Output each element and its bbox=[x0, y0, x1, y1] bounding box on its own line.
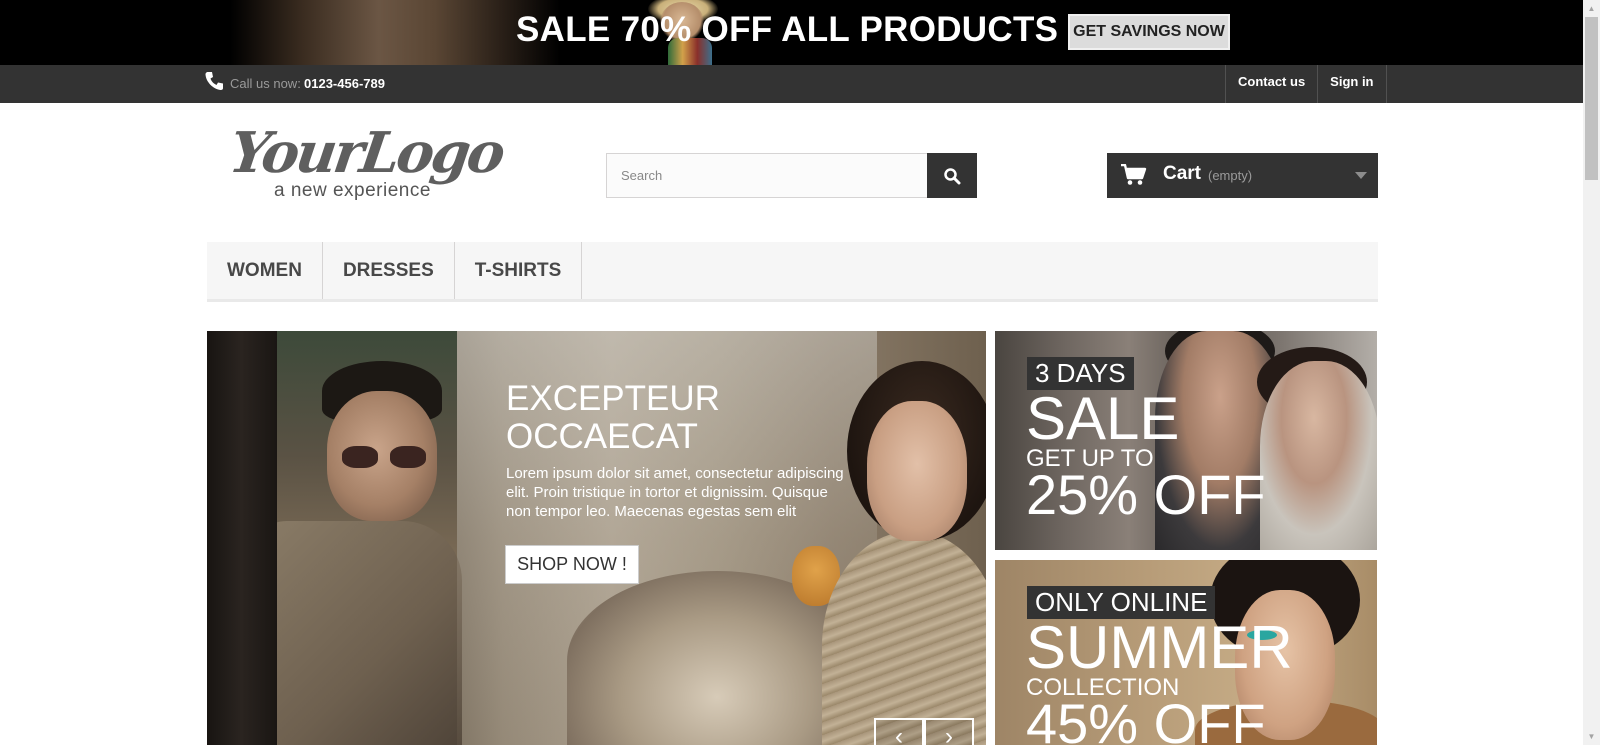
banner-headline: SALE bbox=[1026, 385, 1180, 452]
search-button[interactable] bbox=[927, 153, 977, 198]
main-menu: WOMEN DRESSES T-SHIRTS bbox=[207, 242, 1378, 302]
shop-now-button[interactable]: SHOP NOW ! bbox=[505, 545, 639, 584]
slider-controls: ‹ › bbox=[874, 718, 974, 745]
scroll-thumb[interactable] bbox=[1585, 17, 1598, 180]
menu-item-t-shirts[interactable]: T-SHIRTS bbox=[455, 242, 583, 299]
menu-item-dresses[interactable]: DRESSES bbox=[323, 242, 455, 299]
slide-woman-face bbox=[867, 401, 967, 541]
cart-label: Cart bbox=[1163, 163, 1202, 184]
vertical-scrollbar[interactable]: ▲ ▼ bbox=[1583, 0, 1600, 745]
cart-icon bbox=[1121, 163, 1147, 191]
slide-title-line-1: EXCEPTEUR bbox=[506, 379, 720, 418]
banner-headline: SUMMER bbox=[1026, 614, 1293, 681]
top-info-bar: Call us now: 0123-456-789 Contact us Sig… bbox=[0, 65, 1583, 103]
logo-script: YourLogo bbox=[225, 120, 507, 186]
get-savings-button[interactable]: GET SAVINGS NOW bbox=[1068, 14, 1230, 50]
chevron-down-icon bbox=[1355, 172, 1367, 179]
scroll-up-arrow-icon[interactable]: ▲ bbox=[1583, 0, 1600, 17]
phone-number: 0123-456-789 bbox=[304, 76, 385, 91]
slider-prev-button[interactable]: ‹ bbox=[874, 718, 924, 745]
slide-image-man bbox=[207, 331, 462, 745]
contact-us-link[interactable]: Contact us bbox=[1226, 65, 1319, 103]
sign-in-link[interactable]: Sign in bbox=[1318, 65, 1387, 103]
side-banner-summer[interactable]: ONLY ONLINE SUMMER COLLECTION 45% OFF bbox=[995, 560, 1377, 745]
site-logo[interactable]: YourLogo a new experience bbox=[225, 120, 520, 210]
side-banner-sale[interactable]: 3 DAYS SALE GET UP TO 25% OFF bbox=[995, 331, 1377, 550]
promo-photo bbox=[230, 0, 718, 65]
banner-discount: 45% OFF bbox=[1026, 692, 1266, 745]
homepage-slider[interactable]: EXCEPTEUR OCCAECAT Lorem ipsum dolor sit… bbox=[207, 331, 986, 745]
call-us-label: Call us now: bbox=[230, 76, 301, 91]
scroll-down-arrow-icon[interactable]: ▼ bbox=[1583, 728, 1600, 745]
banner-discount: 25% OFF bbox=[1026, 463, 1266, 526]
slide-leather-jacket bbox=[207, 331, 277, 745]
search-icon bbox=[944, 168, 961, 185]
slide-man-jacket bbox=[247, 521, 462, 745]
menu-item-women[interactable]: WOMEN bbox=[207, 242, 323, 299]
search-input[interactable] bbox=[607, 154, 927, 197]
slide-title-line-2: OCCAECAT bbox=[506, 417, 698, 456]
cart-status: (empty) bbox=[1208, 168, 1253, 183]
banner-woman bbox=[1260, 361, 1377, 550]
slider-next-button[interactable]: › bbox=[924, 718, 974, 745]
slide-man-sunglasses bbox=[342, 446, 432, 468]
phone-icon bbox=[205, 71, 223, 91]
promo-banner[interactable]: SALE 70% OFF ALL PRODUCTS GET SAVINGS NO… bbox=[0, 0, 1583, 65]
promo-text: SALE 70% OFF ALL PRODUCTS bbox=[516, 10, 1059, 49]
search-form bbox=[606, 153, 977, 198]
topbar-links: Contact us Sign in bbox=[1225, 65, 1387, 103]
page: SALE 70% OFF ALL PRODUCTS GET SAVINGS NO… bbox=[0, 0, 1600, 745]
logo-tagline: a new experience bbox=[274, 180, 431, 201]
slide-title: EXCEPTEUR OCCAECAT bbox=[506, 380, 826, 456]
slide-description: Lorem ipsum dolor sit amet, consectetur … bbox=[506, 465, 844, 520]
cart-button[interactable]: Cart (empty) bbox=[1107, 153, 1378, 198]
